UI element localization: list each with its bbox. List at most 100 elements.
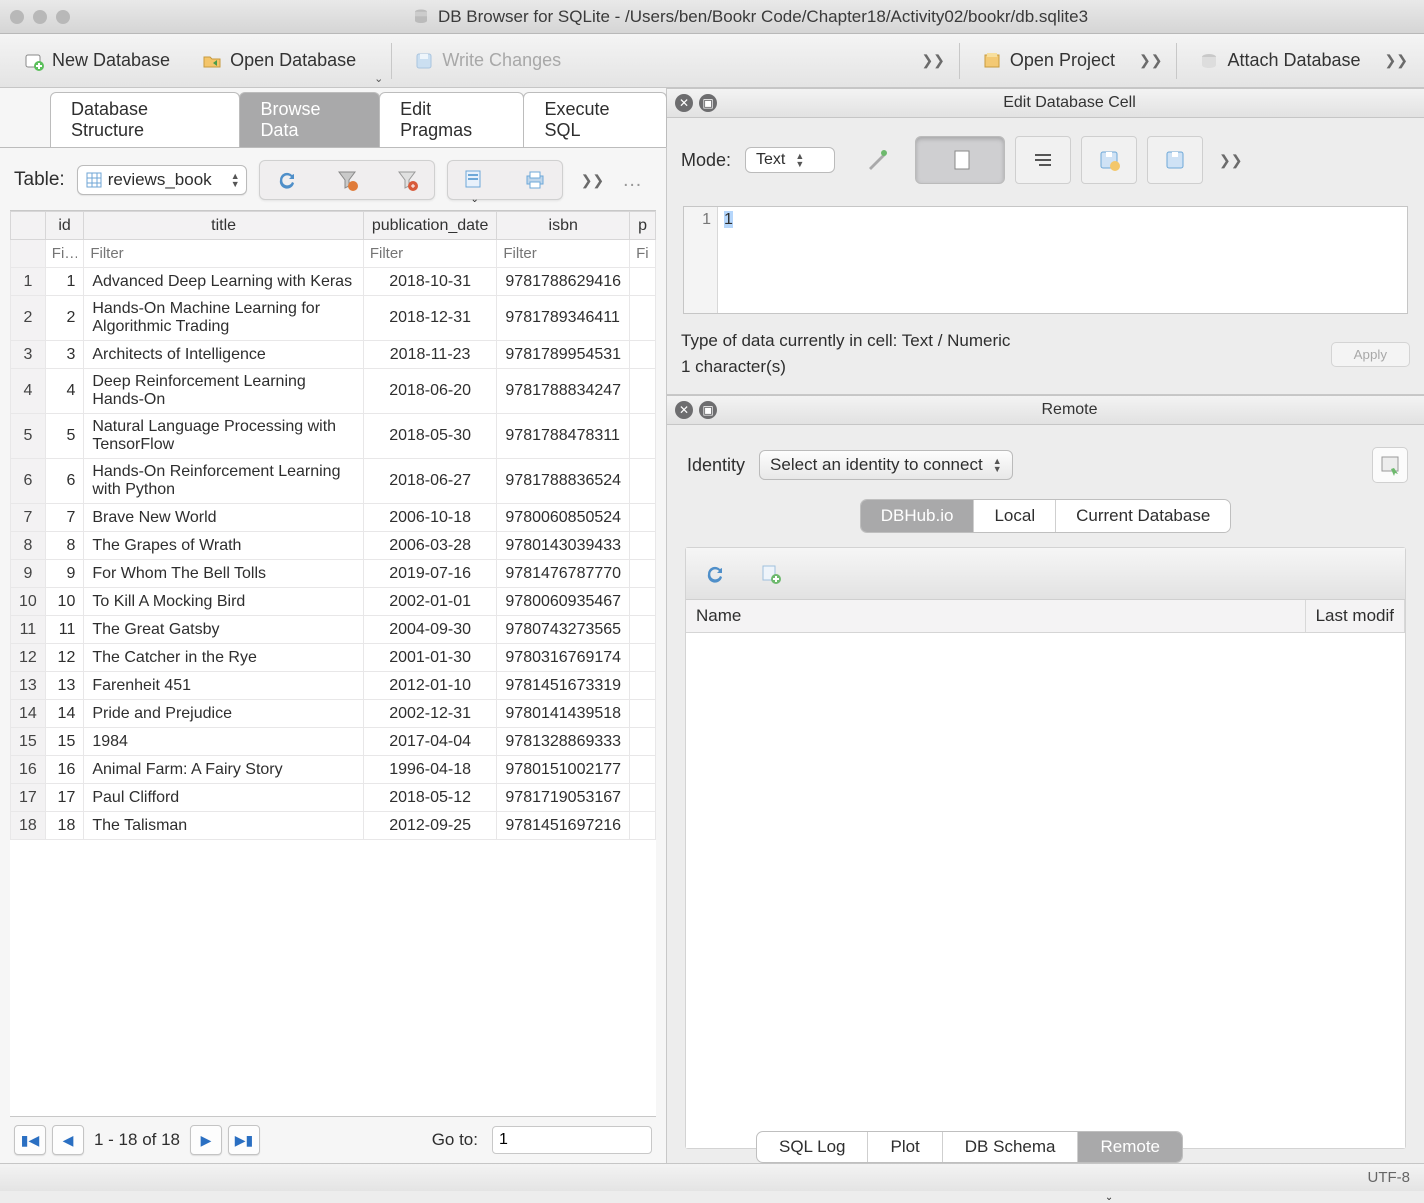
table-selector[interactable]: reviews_book ▲▼ — [77, 165, 247, 195]
cell-p[interactable] — [630, 812, 656, 840]
cell-isbn[interactable]: 9781451673319 — [497, 672, 630, 700]
refresh-remote-button[interactable] — [702, 561, 728, 587]
cell-p[interactable] — [630, 588, 656, 616]
filter-pub-input[interactable] — [370, 245, 491, 262]
cell-isbn[interactable]: 9781328869333 — [497, 728, 630, 756]
cell-title[interactable]: The Great Gatsby — [84, 616, 364, 644]
cell-id[interactable]: 7 — [45, 504, 84, 532]
cell-id[interactable]: 2 — [45, 296, 84, 341]
cell-id[interactable]: 3 — [45, 341, 84, 369]
cell-p[interactable] — [630, 414, 656, 459]
overflow-icon[interactable]: ❯❯ — [581, 172, 604, 189]
cell-publication-date[interactable]: 2018-06-20 — [363, 369, 497, 414]
tab-execute-sql[interactable]: Execute SQL — [523, 92, 667, 147]
column-header-p[interactable]: p — [630, 212, 656, 240]
tab-browse-data[interactable]: Browse Data — [239, 92, 380, 147]
cell-publication-date[interactable]: 2012-09-25 — [363, 812, 497, 840]
cell-title[interactable]: 1984 — [84, 728, 364, 756]
cell-isbn[interactable]: 9781788836524 — [497, 459, 630, 504]
close-panel-button[interactable]: ✕ — [675, 401, 693, 419]
cell-p[interactable] — [630, 532, 656, 560]
last-page-button[interactable]: ▶▮ — [228, 1125, 260, 1155]
cell-isbn[interactable]: 9780143039433 — [497, 532, 630, 560]
cell-publication-date[interactable]: 2001-01-30 — [363, 644, 497, 672]
cell-id[interactable]: 1 — [45, 268, 84, 296]
next-page-button[interactable]: ▶ — [190, 1125, 222, 1155]
cell-publication-date[interactable]: 2018-10-31 — [363, 268, 497, 296]
cell-publication-date[interactable]: 2012-01-10 — [363, 672, 497, 700]
cell-isbn[interactable]: 9780060850524 — [497, 504, 630, 532]
open-database-button[interactable]: Open Database — [188, 44, 370, 77]
cell-publication-date[interactable]: 2018-11-23 — [363, 341, 497, 369]
cell-title[interactable]: Hands-On Reinforcement Learning with Pyt… — [84, 459, 364, 504]
cell-p[interactable] — [630, 784, 656, 812]
cell-publication-date[interactable]: 2004-09-30 — [363, 616, 497, 644]
cell-isbn[interactable]: 9781788629416 — [497, 268, 630, 296]
cell-title[interactable]: Architects of Intelligence — [84, 341, 364, 369]
table-row[interactable]: 44Deep Reinforcement Learning Hands-On20… — [11, 369, 656, 414]
refresh-button[interactable] — [274, 167, 300, 193]
tab-db-schema[interactable]: DB Schema — [943, 1132, 1079, 1162]
filter-id-input[interactable] — [52, 245, 78, 262]
table-row[interactable]: 1616Animal Farm: A Fairy Story1996-04-18… — [11, 756, 656, 784]
cell-p[interactable] — [630, 369, 656, 414]
cell-p[interactable] — [630, 341, 656, 369]
cell-isbn[interactable]: 9781789346411 — [497, 296, 630, 341]
table-row[interactable]: 33Architects of Intelligence2018-11-2397… — [11, 341, 656, 369]
cell-title[interactable]: Advanced Deep Learning with Keras — [84, 268, 364, 296]
clear-filters-button[interactable] — [334, 167, 360, 193]
export-button[interactable] — [1147, 136, 1203, 184]
cell-publication-date[interactable]: 2002-01-01 — [363, 588, 497, 616]
table-row[interactable]: 1717Paul Clifford2018-05-129781719053167 — [11, 784, 656, 812]
filter-p-input[interactable] — [636, 245, 649, 262]
import-button[interactable]: ⌄ — [1081, 136, 1137, 184]
cell-p[interactable] — [630, 644, 656, 672]
cell-publication-date[interactable]: 2006-03-28 — [363, 532, 497, 560]
cell-title[interactable]: Hands-On Machine Learning for Algorithmi… — [84, 296, 364, 341]
rtl-button[interactable] — [1015, 136, 1071, 184]
cell-p[interactable] — [630, 459, 656, 504]
mode-selector[interactable]: Text ▲▼ — [745, 147, 835, 173]
overflow-icon[interactable]: ❯❯ — [1139, 52, 1162, 69]
table-row[interactable]: 1010To Kill A Mocking Bird2002-01-019780… — [11, 588, 656, 616]
cell-id[interactable]: 11 — [45, 616, 84, 644]
tab-remote[interactable]: Remote — [1078, 1132, 1182, 1162]
cell-publication-date[interactable]: 2017-04-04 — [363, 728, 497, 756]
cell-publication-date[interactable]: 2018-12-31 — [363, 296, 497, 341]
overflow-icon[interactable]: ❯❯ — [1385, 52, 1408, 69]
cell-id[interactable]: 8 — [45, 532, 84, 560]
chevron-down-icon[interactable]: ⌄ — [374, 72, 383, 85]
cell-id[interactable]: 5 — [45, 414, 84, 459]
cell-publication-date[interactable]: 2018-06-27 — [363, 459, 497, 504]
table-row[interactable]: 1818The Talisman2012-09-259781451697216 — [11, 812, 656, 840]
overflow-icon[interactable]: ❯❯ — [1219, 152, 1242, 169]
new-database-button[interactable]: New Database — [10, 44, 184, 77]
cell-publication-date[interactable]: 2018-05-30 — [363, 414, 497, 459]
cell-p[interactable] — [630, 504, 656, 532]
cell-publication-date[interactable]: 2006-10-18 — [363, 504, 497, 532]
cell-id[interactable]: 9 — [45, 560, 84, 588]
cell-p[interactable] — [630, 728, 656, 756]
cell-title[interactable]: The Grapes of Wrath — [84, 532, 364, 560]
table-row[interactable]: 11Advanced Deep Learning with Keras2018-… — [11, 268, 656, 296]
table-row[interactable]: 55Natural Language Processing with Tenso… — [11, 414, 656, 459]
certificate-button[interactable] — [1372, 447, 1408, 483]
cell-id[interactable]: 6 — [45, 459, 84, 504]
table-row[interactable]: 151519842017-04-049781328869333 — [11, 728, 656, 756]
cell-isbn[interactable]: 9780743273565 — [497, 616, 630, 644]
minimize-icon[interactable] — [33, 10, 47, 24]
identity-selector[interactable]: Select an identity to connect ▲▼ — [759, 450, 1013, 480]
filter-isbn-input[interactable] — [503, 245, 623, 262]
cell-publication-date[interactable]: 1996-04-18 — [363, 756, 497, 784]
column-header-publication-date[interactable]: publication_date — [363, 212, 497, 240]
cell-id[interactable]: 14 — [45, 700, 84, 728]
cell-title[interactable]: Animal Farm: A Fairy Story — [84, 756, 364, 784]
format-button[interactable] — [849, 136, 905, 184]
goto-input[interactable] — [492, 1126, 652, 1154]
table-row[interactable]: 88The Grapes of Wrath2006-03-28978014303… — [11, 532, 656, 560]
open-project-button[interactable]: Open Project — [968, 44, 1129, 77]
table-row[interactable]: 22Hands-On Machine Learning for Algorith… — [11, 296, 656, 341]
cell-isbn[interactable]: 9780141439518 — [497, 700, 630, 728]
tab-current-database[interactable]: Current Database — [1056, 500, 1230, 532]
cell-p[interactable] — [630, 700, 656, 728]
